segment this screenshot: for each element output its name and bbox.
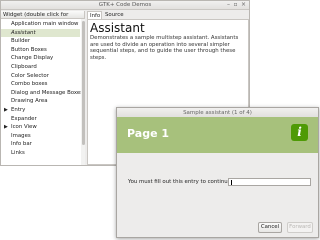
assistant-dialog: Sample assistant (1 of 4) Page 1 i You m… xyxy=(116,107,319,238)
tree-item[interactable]: Links xyxy=(1,149,80,158)
tree-item-label: Application main window xyxy=(11,21,79,27)
assistant-titlebar[interactable]: Sample assistant (1 of 4) xyxy=(117,108,318,117)
tree-item-label: Change Display xyxy=(11,55,54,62)
expander-arrow-icon[interactable]: ▶ xyxy=(4,123,8,132)
cancel-button[interactable]: Cancel xyxy=(258,222,282,233)
text-caret xyxy=(231,180,232,185)
minimize-icon[interactable]: – xyxy=(225,2,232,8)
window-title: GTK+ Code Demos xyxy=(98,2,152,8)
tab-info[interactable]: Info xyxy=(87,11,102,19)
tree-item-label: Icon View xyxy=(11,124,37,131)
page-title: Page 1 xyxy=(127,127,170,140)
info-heading: Assistant xyxy=(90,21,145,35)
info-icon: i xyxy=(291,124,308,141)
tree-item-label: Combo boxes xyxy=(11,81,48,88)
tree-item-label: Dialog and Message Boxes xyxy=(11,89,84,96)
tree-item-label: Drawing Area xyxy=(11,98,48,105)
tree-item[interactable]: Clipboard xyxy=(1,63,80,72)
tree-item-label: Color Selector xyxy=(11,72,49,79)
info-description: Demonstrates a sample multistep assistan… xyxy=(90,35,239,61)
tree-item-label: Expander xyxy=(11,115,37,122)
tree-item[interactable]: Builder xyxy=(1,37,80,46)
forward-button[interactable]: Forward xyxy=(287,222,313,233)
tree-item-label: Assistant xyxy=(11,29,36,36)
tree-item[interactable]: Images xyxy=(1,132,80,141)
tree-item[interactable]: Application main window xyxy=(1,20,80,29)
tree-column-header[interactable]: Widget (double click for demo) xyxy=(1,11,85,26)
tree-item[interactable]: Dialog and Message Boxes xyxy=(1,89,84,98)
tree-item[interactable]: ▶ Entry xyxy=(1,106,80,115)
tree-item-label: Button Boxes xyxy=(11,46,47,53)
required-entry-field[interactable] xyxy=(228,178,311,186)
close-icon[interactable]: × xyxy=(240,2,247,8)
main-titlebar[interactable]: GTK+ Code Demos – ▫ × xyxy=(1,1,249,10)
maximize-icon[interactable]: ▫ xyxy=(232,2,239,8)
tree-item-label: Links xyxy=(11,150,25,156)
tree-item-label: Entry xyxy=(11,107,26,113)
assistant-title: Sample assistant (1 of 4) xyxy=(183,109,252,116)
tree-item[interactable]: Info bar xyxy=(1,140,80,149)
demo-tree: Application main window Assistant Builder B… xyxy=(1,19,85,165)
tree-item[interactable]: Color Selector xyxy=(1,72,80,81)
tree-item-label: Clipboard xyxy=(11,64,37,70)
tree-item[interactable]: Expander xyxy=(1,115,80,124)
tree-item[interactable]: Button Boxes xyxy=(1,46,80,55)
tree-scrollbar-thumb[interactable] xyxy=(81,21,85,145)
entry-label: You must fill out this entry to continue… xyxy=(128,179,233,185)
assistant-header: Page 1 i xyxy=(117,117,318,153)
tree-item[interactable]: Change Display xyxy=(1,54,80,63)
tab-source[interactable]: Source xyxy=(103,11,125,19)
tree-item-label: Info bar xyxy=(11,141,32,148)
tree-item-label: Images xyxy=(11,132,31,139)
tree-item-label: Builder xyxy=(11,38,31,45)
tree-item[interactable]: ▶ Icon View xyxy=(1,123,80,132)
tree-item[interactable]: Assistant xyxy=(1,28,80,38)
tree-item[interactable]: Combo boxes xyxy=(1,80,80,89)
tree-item[interactable]: Drawing Area xyxy=(1,97,80,106)
expander-arrow-icon[interactable]: ▶ xyxy=(4,106,8,115)
